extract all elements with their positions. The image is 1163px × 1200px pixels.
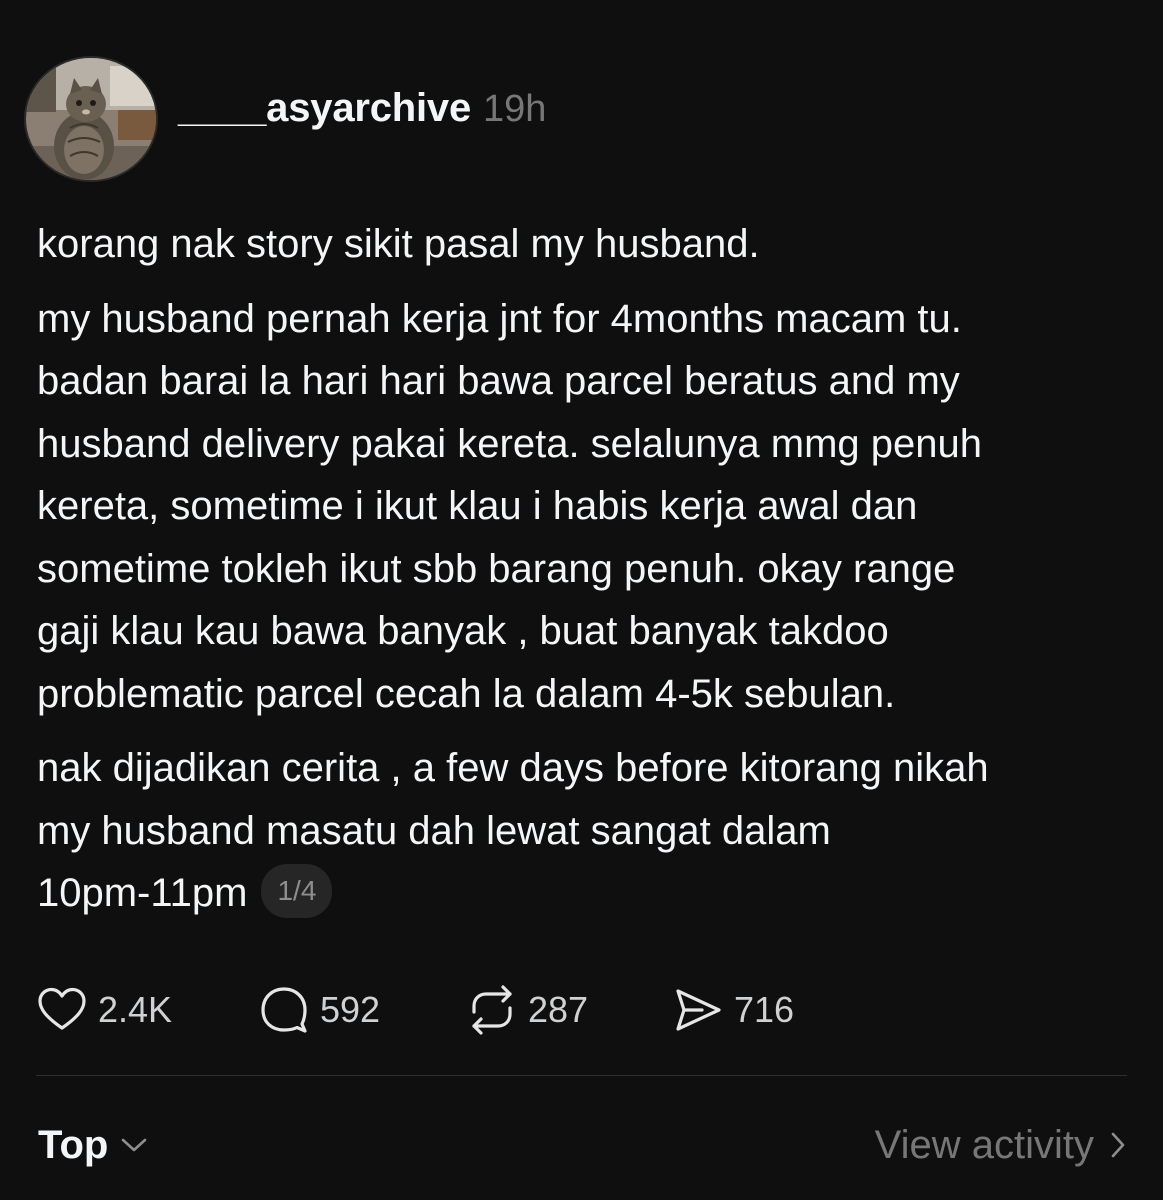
share-button[interactable]: 716: [672, 984, 794, 1036]
view-activity-label: View activity: [874, 1122, 1094, 1167]
post-timestamp: 19h: [483, 88, 547, 130]
page-indicator-badge: 1/4: [261, 864, 333, 919]
like-button[interactable]: 2.4K: [36, 984, 258, 1036]
reply-count: 592: [320, 989, 381, 1030]
heart-icon: [38, 987, 86, 1030]
chevron-down-icon: [122, 1138, 147, 1152]
username[interactable]: ____asyarchive: [178, 86, 471, 131]
post-paragraph-3: nak dijadikan cerita , a few days before…: [37, 737, 1137, 925]
divider: [36, 1075, 1127, 1076]
thread-post: ____asyarchive 19h korang nak story siki…: [0, 0, 1163, 1200]
share-count: 716: [734, 989, 795, 1030]
post-body: korang nak story sikit pasal my husband.…: [37, 213, 1137, 925]
post-paragraph-3-text: nak dijadikan cerita , a few days before…: [37, 746, 989, 915]
comment-bubble-icon: [261, 987, 307, 1033]
repost-icon: [472, 985, 512, 1035]
cat-avatar-image: [26, 58, 156, 180]
chevron-right-icon: [1111, 1132, 1125, 1158]
sort-dropdown[interactable]: Top: [38, 1123, 148, 1168]
post-header: ____asyarchive 19h: [178, 86, 546, 131]
send-icon: [676, 989, 721, 1031]
view-activity-link[interactable]: View activity: [875, 1123, 1128, 1168]
reply-button[interactable]: 592: [258, 984, 466, 1036]
repost-count: 287: [528, 989, 589, 1030]
post-paragraph-2: my husband pernah kerja jnt for 4months …: [37, 296, 983, 716]
sort-label: Top: [38, 1122, 109, 1167]
avatar[interactable]: [24, 56, 158, 182]
repost-button[interactable]: 287: [466, 984, 672, 1036]
replies-footer: Top View activity: [38, 1115, 1128, 1175]
post-paragraph-1: korang nak story sikit pasal my husband.: [37, 222, 760, 266]
action-bar: 2.4K 592 287 716: [36, 984, 794, 1036]
like-count: 2.4K: [98, 989, 173, 1030]
